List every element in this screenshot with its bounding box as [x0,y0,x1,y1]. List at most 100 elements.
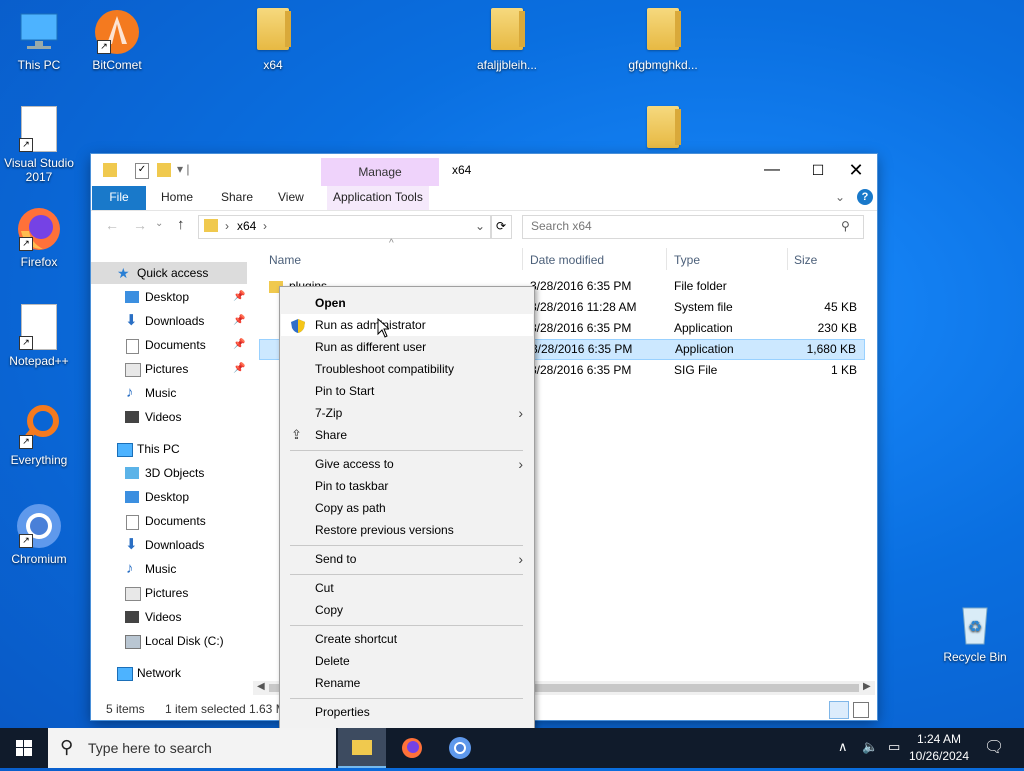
column-header-type[interactable]: Type [674,250,700,270]
menu-item-properties[interactable]: Properties [281,701,533,723]
column-header-date[interactable]: Date modified [530,250,604,270]
tab-file[interactable]: File [92,186,146,210]
column-header-name[interactable]: Name [269,250,301,270]
menu-item-troubleshoot[interactable]: Troubleshoot compatibility [281,358,533,380]
notifications-icon[interactable]: 🗨 [984,737,1004,757]
new-folder-icon[interactable] [157,163,171,177]
tab-application-tools[interactable]: Application Tools [327,186,429,210]
share-icon: ⇪ [291,427,302,442]
nav-quick-documents[interactable]: Documents 📌 [91,334,249,356]
network-status-icon[interactable]: ▭ [888,739,900,755]
desktop-icon-recycle-bin[interactable]: ♻ Recycle Bin [936,600,1014,664]
menu-item-create-shortcut[interactable]: Create shortcut [281,628,533,650]
search-input[interactable]: Search x64 [531,216,592,236]
menu-item-send-to[interactable]: Send to › [281,548,533,570]
desktop-icon-everything[interactable]: ↗ Everything [0,403,78,467]
volume-muted-icon[interactable]: 🔈 [862,739,878,755]
desktop-icon-visual-studio[interactable]: ↗ Visual Studio 2017 [0,106,78,184]
taskbar-chromium[interactable] [436,728,484,768]
taskbar-search-box[interactable]: ⚲ Type here to search [48,728,336,768]
menu-item-share[interactable]: ⇪ Share [281,424,533,446]
menu-item-run-as-admin[interactable]: Run as administrator [281,314,533,336]
sort-indicator-icon: ^ [389,238,394,249]
desktop-icon-x64[interactable]: x64 [234,8,312,72]
breadcrumb-x64[interactable]: x64 [237,216,256,236]
nav-quick-desktop[interactable]: Desktop 📌 [91,286,249,308]
details-view-button[interactable] [829,701,849,719]
menu-item-copy-as-path[interactable]: Copy as path [281,497,533,519]
scroll-left-icon[interactable]: ◀ [257,681,265,692]
desktop-icon-this-pc[interactable]: This PC [0,8,78,72]
menu-item-restore-previous[interactable]: Restore previous versions [281,519,533,541]
tab-home[interactable]: Home [155,186,199,210]
desktop-icon-afaljjbleih[interactable]: afaljjbleih... [468,8,546,72]
nav-quick-videos[interactable]: Videos [91,406,249,428]
column-divider[interactable] [522,248,523,270]
nav-pc-documents[interactable]: Documents [91,510,249,532]
help-icon[interactable]: ? [857,189,873,205]
pictures-icon [125,363,141,377]
nav-pc-music[interactable]: ♪ Music [91,558,249,580]
nav-quick-access[interactable]: ★ Quick access [91,262,247,284]
nav-network[interactable]: Network [91,662,249,684]
tray-chevron-icon[interactable]: ∧ [838,739,848,755]
desktop-icon-chromium[interactable]: ↗ Chromium [0,502,78,566]
manage-contextual-tab[interactable]: Manage [321,158,439,186]
menu-item-pin-to-start[interactable]: Pin to Start [281,380,533,402]
menu-item-copy[interactable]: Copy [281,599,533,621]
desktop-icon-label: Everything [10,453,68,467]
nav-pc-videos[interactable]: Videos [91,606,249,628]
desktop-icon-folder[interactable] [624,106,702,156]
taskbar-firefox[interactable] [388,728,436,768]
refresh-button[interactable]: ⟳ [490,215,512,239]
menu-item-cut[interactable]: Cut [281,577,533,599]
nav-3d-objects[interactable]: 3D Objects [91,462,249,484]
recent-locations-icon[interactable]: ⌄ [155,218,163,229]
qat-dropdown-icon[interactable]: ▾ | [177,162,189,176]
start-button[interactable] [0,728,48,768]
search-box[interactable]: Search x64 ⚲ [522,215,864,239]
nav-this-pc[interactable]: This PC [91,438,249,460]
desktop-icon-gfgbmghkd[interactable]: gfgbmghkd... [624,8,702,72]
large-icons-view-button[interactable] [853,702,869,718]
nav-pc-desktop[interactable]: Desktop [91,486,249,508]
desktop-icon-notepadpp[interactable]: ↗ Notepad++ [0,304,78,368]
menu-item-give-access[interactable]: Give access to › [281,453,533,475]
nav-quick-pictures[interactable]: Pictures 📌 [91,358,249,380]
address-dropdown-icon[interactable]: ⌄ [475,216,485,236]
menu-item-open[interactable]: Open [281,292,533,314]
minimize-button[interactable]: — [749,158,795,182]
desktop-icon-firefox[interactable]: ↗ Firefox [0,205,78,269]
tab-share[interactable]: Share [215,186,259,210]
menu-item-7zip[interactable]: 7-Zip › [281,402,533,424]
forward-button[interactable]: → [133,217,147,233]
expand-ribbon-icon[interactable]: ⌄ [835,190,845,204]
column-divider[interactable] [787,248,788,270]
menu-item-run-as-different-user[interactable]: Run as different user [281,336,533,358]
nav-local-disk[interactable]: Local Disk (C:) [91,630,249,652]
properties-icon[interactable]: ✓ [135,163,149,179]
taskbar-search-input[interactable]: Type here to search [88,740,212,756]
close-button[interactable]: ✕ [839,158,873,182]
up-button[interactable]: ↑ [177,216,185,233]
nav-pc-pictures[interactable]: Pictures [91,582,249,604]
nav-quick-music[interactable]: ♪ Music [91,382,249,404]
maximize-button[interactable]: ☐ [795,158,841,182]
taskbar-file-explorer[interactable] [338,728,386,768]
address-bar[interactable]: › x64 › ⌄ [198,215,492,239]
scroll-right-icon[interactable]: ▶ [863,681,871,692]
title-bar[interactable]: ✓ ▾ | Manage x64 — ☐ ✕ [91,154,877,186]
column-header-size[interactable]: Size [794,250,817,270]
clock-time[interactable]: 1:24 AM [916,732,962,746]
column-divider[interactable] [666,248,667,270]
nav-pc-downloads[interactable]: ⬇ Downloads [91,534,249,556]
menu-item-delete[interactable]: Delete [281,650,533,672]
clock-date[interactable]: 10/26/2024 [906,749,972,763]
menu-item-rename[interactable]: Rename [281,672,533,694]
menu-item-pin-to-taskbar[interactable]: Pin to taskbar [281,475,533,497]
nav-quick-downloads[interactable]: ⬇ Downloads 📌 [91,310,249,332]
tab-view[interactable]: View [272,186,310,210]
svg-text:♻: ♻ [968,619,982,636]
back-button[interactable]: ← [105,217,119,233]
desktop-icon-bitcomet[interactable]: ↗ BitComet [78,8,156,72]
